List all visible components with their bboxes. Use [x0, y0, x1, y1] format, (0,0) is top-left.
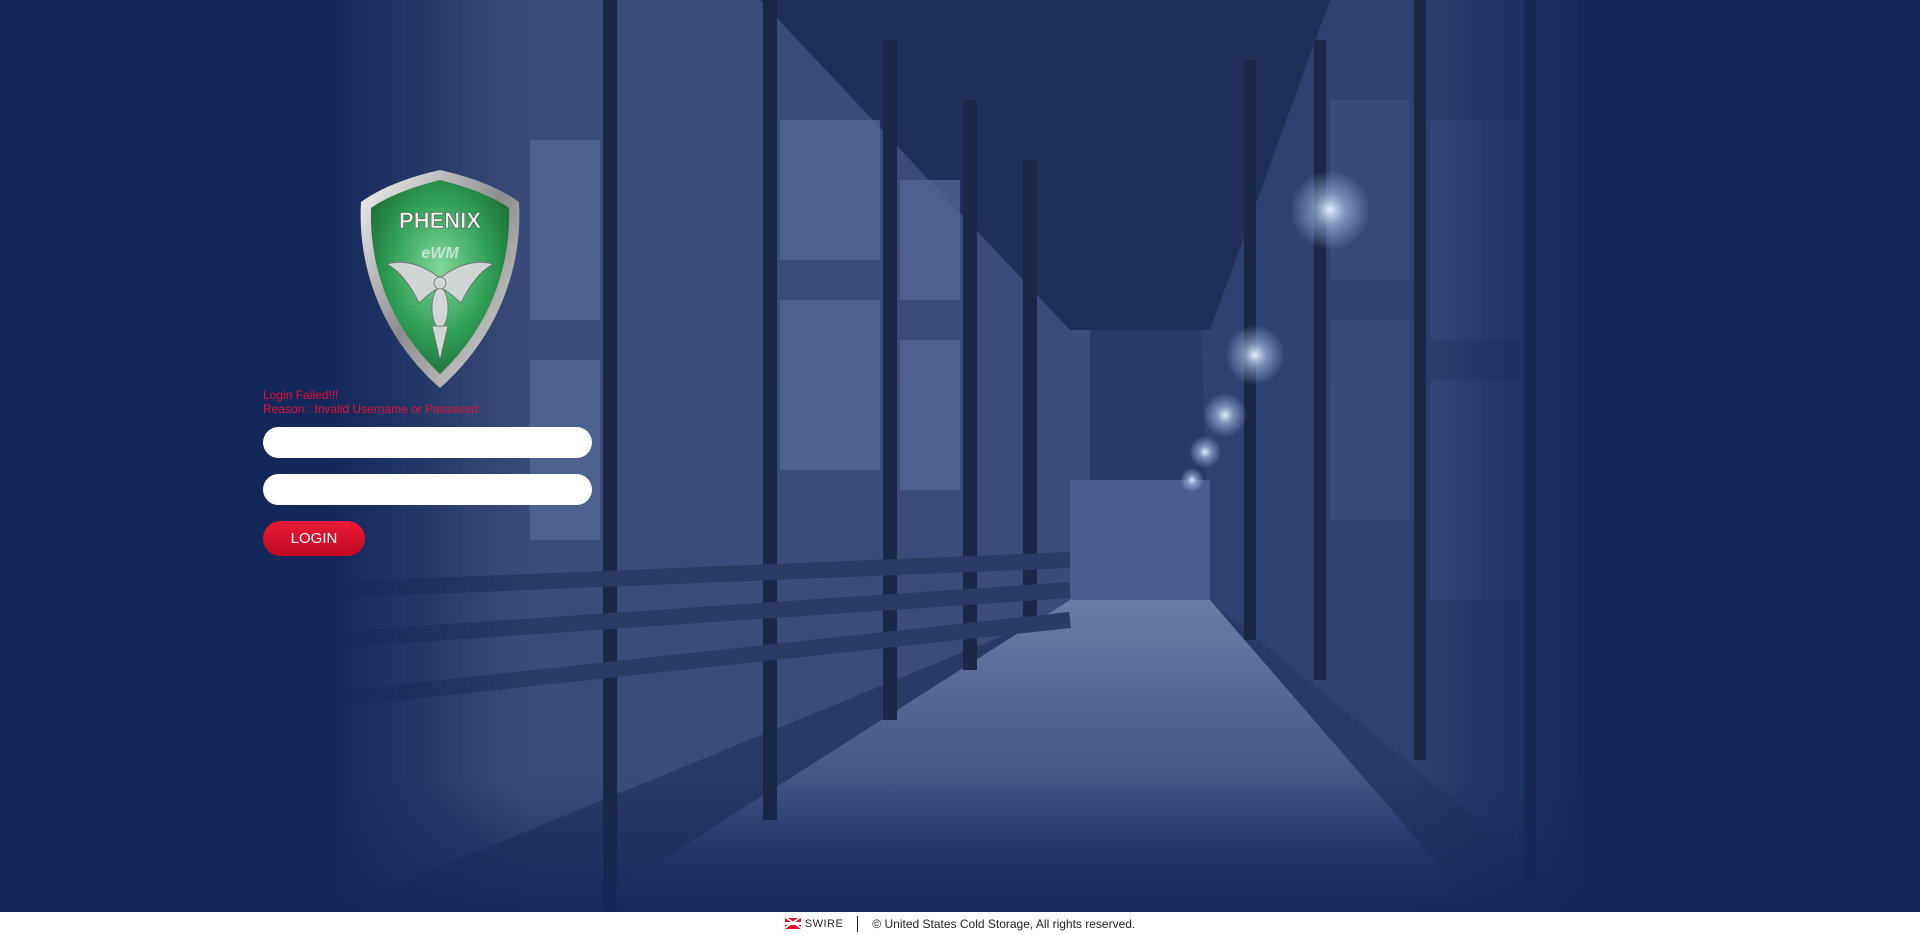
- swire-logo: SWIRE: [784, 917, 844, 930]
- footer-divider: [857, 915, 859, 932]
- page-footer: SWIRE © United States Cold Storage, All …: [0, 912, 1920, 935]
- login-error-message: Login Failed!!! Reason : Invalid Usernam…: [263, 388, 478, 416]
- login-button[interactable]: LOGIN: [263, 521, 365, 556]
- copyright-text: © United States Cold Storage, All rights…: [872, 916, 1136, 931]
- error-title: Login Failed!!!: [263, 388, 339, 402]
- swire-flag-icon: [784, 918, 801, 929]
- error-reason: Reason : Invalid Username or Password: [263, 402, 478, 416]
- phoenix-emblem-icon: PHENIX eWM: [360, 170, 520, 388]
- logo-brand-text: PHENIX: [399, 208, 481, 233]
- logo-product-text: eWM: [421, 245, 459, 262]
- password-input[interactable]: [263, 474, 592, 505]
- swire-brand-text: SWIRE: [804, 917, 844, 930]
- username-input[interactable]: [263, 427, 592, 458]
- login-page-background: PHENIX eWM Login Failed!!! Reason : Inva…: [0, 0, 1920, 912]
